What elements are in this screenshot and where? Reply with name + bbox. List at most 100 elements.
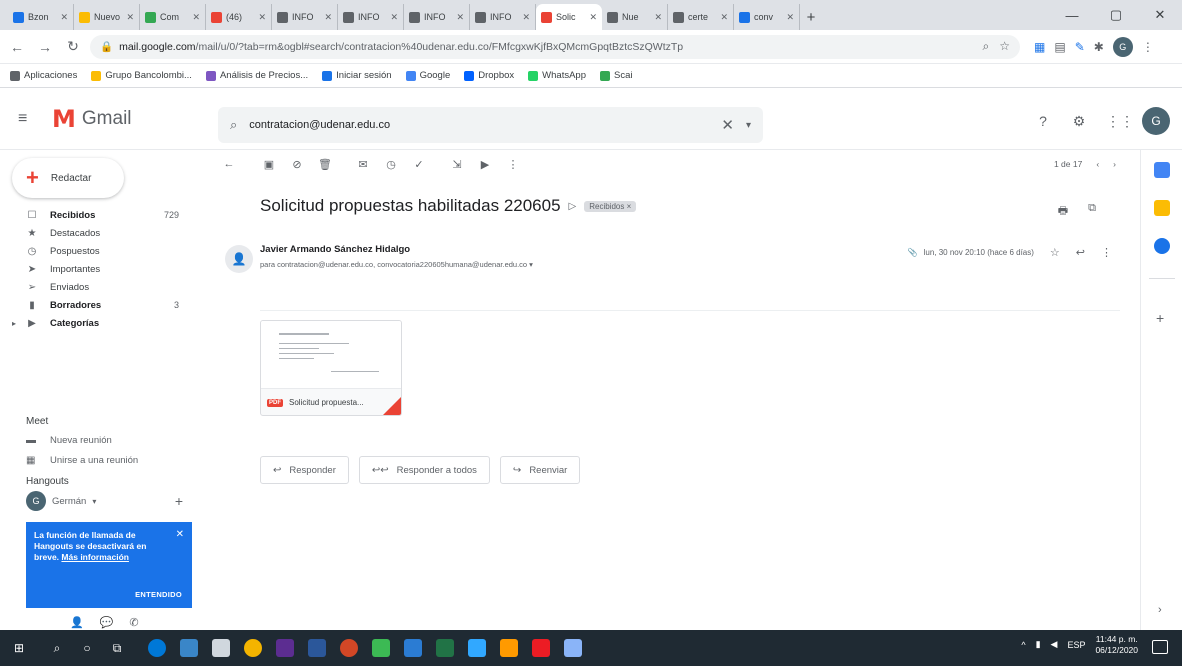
nav-item-6[interactable]: ▮ Borradores 3 bbox=[0, 296, 205, 314]
reply-icon[interactable]: ↩ bbox=[1076, 246, 1085, 259]
bookmark-item[interactable]: Grupo Bancolombi... bbox=[91, 70, 192, 81]
windows-start-icon[interactable]: ⊞ bbox=[10, 639, 28, 657]
extensions-puzzle-icon[interactable]: ✱ bbox=[1094, 40, 1104, 54]
tray-arrow-icon[interactable]: ^ bbox=[1021, 640, 1025, 650]
expand-caret-icon[interactable]: ▸ bbox=[12, 319, 16, 328]
onenote-icon[interactable] bbox=[276, 639, 294, 657]
network-icon[interactable]: ▮ bbox=[1036, 639, 1041, 650]
meet-item[interactable]: ▬ Nueva reunión bbox=[0, 430, 205, 450]
bookmark-item[interactable]: WhatsApp bbox=[528, 70, 586, 81]
system-clock[interactable]: 11:44 p. m. 06/12/2020 bbox=[1095, 634, 1138, 655]
tasks-icon[interactable] bbox=[1154, 238, 1170, 254]
archive-icon[interactable]: ▣ bbox=[255, 158, 283, 171]
reply-all-button[interactable]: ↩↩ Responder a todos bbox=[358, 456, 490, 484]
nav-item-2[interactable]: ★ Destacados bbox=[0, 224, 205, 242]
taskbar-app-extra-icon[interactable] bbox=[564, 639, 582, 657]
tab-close-icon[interactable]: ✕ bbox=[786, 12, 794, 23]
minimize-window-button[interactable]: — bbox=[1050, 0, 1094, 30]
browser-tab[interactable]: Nuevo ✕ bbox=[74, 4, 140, 30]
acrobat-icon[interactable] bbox=[532, 639, 550, 657]
close-window-button[interactable]: ✕ bbox=[1138, 0, 1182, 30]
bookmark-item[interactable]: Iniciar sesión bbox=[322, 70, 392, 81]
notice-more-info-link[interactable]: Más información bbox=[61, 552, 129, 562]
contacts-icon[interactable]: 👤 bbox=[70, 616, 84, 629]
task-view-icon[interactable]: ⧉ bbox=[108, 639, 126, 657]
browser-tab[interactable]: Solic ✕ bbox=[536, 4, 602, 30]
open-new-window-icon[interactable]: ⧉ bbox=[1088, 202, 1096, 221]
powerpoint-icon[interactable] bbox=[340, 639, 358, 657]
clear-search-icon[interactable]: ✕ bbox=[721, 116, 734, 134]
word-icon[interactable] bbox=[308, 639, 326, 657]
sender-avatar[interactable]: 👤 bbox=[225, 245, 253, 273]
browser-tab[interactable]: INFO ✕ bbox=[272, 4, 338, 30]
account-avatar[interactable]: G bbox=[1142, 107, 1170, 135]
search-icon[interactable]: ⌕ bbox=[230, 117, 237, 133]
outlook-icon[interactable] bbox=[404, 639, 422, 657]
tab-close-icon[interactable]: ✕ bbox=[126, 12, 134, 23]
back-to-list-icon[interactable]: ← bbox=[215, 158, 243, 170]
message-more-icon[interactable]: ⋮ bbox=[1101, 246, 1112, 259]
tab-close-icon[interactable]: ✕ bbox=[258, 12, 266, 23]
add-task-icon[interactable]: ✓ bbox=[405, 158, 433, 171]
forward-button[interactable]: ↪ Reenviar bbox=[499, 456, 581, 484]
browser-tab[interactable]: INFO ✕ bbox=[404, 4, 470, 30]
tab-close-icon[interactable]: ✕ bbox=[589, 12, 597, 23]
illustrator-icon[interactable] bbox=[500, 639, 518, 657]
browser-tab[interactable]: conv ✕ bbox=[734, 4, 800, 30]
add-addon-icon[interactable]: + bbox=[1156, 310, 1164, 326]
browser-tab[interactable]: INFO ✕ bbox=[338, 4, 404, 30]
next-icon[interactable]: › bbox=[1113, 159, 1116, 169]
bookmark-item[interactable]: Dropbox bbox=[464, 70, 514, 81]
new-conversation-icon[interactable]: + bbox=[175, 493, 183, 509]
forward-icon[interactable]: → bbox=[34, 39, 56, 55]
excel-icon[interactable] bbox=[436, 639, 454, 657]
browser-tab[interactable]: Nue ✕ bbox=[602, 4, 668, 30]
calendar-icon[interactable] bbox=[1154, 162, 1170, 178]
maximize-window-button[interactable]: ▢ bbox=[1094, 0, 1138, 30]
print-icon[interactable]: 🖶 bbox=[1058, 202, 1068, 221]
taskbar-search-icon[interactable]: ⌕ bbox=[48, 639, 66, 657]
back-icon[interactable]: ← bbox=[6, 39, 28, 55]
compose-button[interactable]: + Redactar bbox=[12, 158, 124, 198]
attachment-card[interactable]: PDF Solicitud propuesta... bbox=[260, 320, 402, 416]
store-icon[interactable] bbox=[212, 639, 230, 657]
browser-tab[interactable]: INFO ✕ bbox=[470, 4, 536, 30]
browser-tab[interactable]: Bzon ✕ bbox=[8, 4, 74, 30]
chat-icon[interactable]: 💬 bbox=[100, 616, 114, 629]
tab-close-icon[interactable]: ✕ bbox=[390, 12, 398, 23]
tab-close-icon[interactable]: ✕ bbox=[654, 12, 662, 23]
main-menu-icon[interactable]: ≡ bbox=[18, 110, 27, 128]
profile-avatar[interactable]: G bbox=[1112, 36, 1133, 57]
edge-icon[interactable] bbox=[148, 639, 166, 657]
delete-icon[interactable]: 🗑 bbox=[311, 158, 339, 171]
tab-close-icon[interactable]: ✕ bbox=[192, 12, 200, 23]
notice-dismiss-button[interactable]: ENTENDIDO bbox=[135, 590, 182, 600]
tray-lang[interactable]: ESP bbox=[1067, 640, 1085, 650]
move-to-icon[interactable]: ⇲ bbox=[443, 158, 471, 171]
label-icon[interactable]: ▶ bbox=[471, 158, 499, 171]
reader-icon[interactable]: ▤ bbox=[1054, 40, 1065, 54]
extension-pen-icon[interactable]: ✎ bbox=[1075, 40, 1085, 54]
sender-name[interactable]: Javier Armando Sánchez Hidalgo bbox=[260, 244, 410, 255]
zoom-icon[interactable]: ⌕ bbox=[983, 39, 990, 54]
reload-icon[interactable]: ↻ bbox=[62, 38, 84, 55]
keep-icon[interactable] bbox=[1154, 200, 1170, 216]
browser-tab[interactable]: (46) ✕ bbox=[206, 4, 272, 30]
search-options-icon[interactable]: ▾ bbox=[746, 120, 751, 131]
hangouts-user[interactable]: G Germán ▾ + bbox=[0, 490, 205, 512]
address-bar[interactable]: 🔒 mail.google.com/mail/u/0/?tab=rm&ogbl#… bbox=[90, 34, 1020, 59]
tab-close-icon[interactable]: ✕ bbox=[60, 12, 68, 23]
nav-item-3[interactable]: ◷ Pospuestos bbox=[0, 242, 205, 260]
volume-icon[interactable]: ◀ bbox=[1051, 639, 1058, 650]
extension-icon[interactable]: ▦ bbox=[1034, 40, 1045, 54]
apps-grid-icon[interactable]: ⋮⋮ bbox=[1106, 113, 1134, 130]
recipients-line[interactable]: para contratacion@udenar.edu.co, convoca… bbox=[260, 260, 533, 269]
meet-item[interactable]: ▦ Unirse a una reunión bbox=[0, 450, 205, 470]
reply-button[interactable]: ↩ Responder bbox=[260, 456, 349, 484]
cortana-icon[interactable]: ○ bbox=[78, 639, 96, 657]
snooze-icon[interactable]: ◷ bbox=[377, 158, 405, 171]
mark-unread-icon[interactable]: ✉ bbox=[349, 158, 377, 171]
tab-close-icon[interactable]: ✕ bbox=[456, 12, 464, 23]
nav-item-7[interactable]: ▸ ▶ Categorías bbox=[0, 314, 205, 332]
help-icon[interactable]: ? bbox=[1034, 113, 1052, 129]
